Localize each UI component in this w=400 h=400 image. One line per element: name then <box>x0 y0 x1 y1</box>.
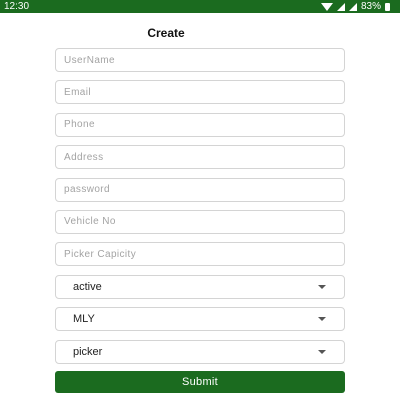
username-field[interactable] <box>55 48 345 72</box>
page-title: Create <box>147 26 185 40</box>
chevron-down-icon <box>318 317 326 322</box>
region-select-value: MLY <box>73 313 95 326</box>
phone-input[interactable] <box>64 119 344 131</box>
role-select[interactable]: picker <box>55 339 345 364</box>
chevron-down-icon <box>318 349 326 354</box>
signal-icon-2 <box>348 2 357 11</box>
address-field[interactable] <box>55 145 345 170</box>
wifi-icon <box>320 3 333 11</box>
address-input[interactable] <box>64 151 344 163</box>
status-select-value: active <box>73 280 102 293</box>
battery-icon <box>385 2 390 11</box>
status-select[interactable]: active <box>55 274 345 299</box>
phone-field[interactable] <box>55 112 345 137</box>
status-icons: 83% <box>320 0 390 13</box>
vehicle-input[interactable] <box>64 216 344 228</box>
status-time: 12:30 <box>4 1 30 12</box>
username-input[interactable] <box>64 54 344 66</box>
password-field[interactable] <box>55 177 345 202</box>
capacity-input[interactable] <box>64 248 344 260</box>
email-field[interactable] <box>55 80 345 105</box>
capacity-field[interactable] <box>55 242 345 267</box>
email-input[interactable] <box>64 86 344 98</box>
role-select-value: picker <box>73 345 103 358</box>
signal-icon <box>336 2 345 11</box>
submit-button[interactable]: Submit <box>55 370 345 393</box>
chevron-down-icon <box>318 284 326 289</box>
password-input[interactable] <box>64 184 344 196</box>
region-select[interactable]: MLY <box>55 307 345 332</box>
status-bar: 12:30 83% <box>0 0 400 13</box>
create-form: active MLY picker Submit <box>55 48 345 393</box>
battery-percentage: 83% <box>360 1 381 12</box>
vehicle-field[interactable] <box>55 209 345 234</box>
